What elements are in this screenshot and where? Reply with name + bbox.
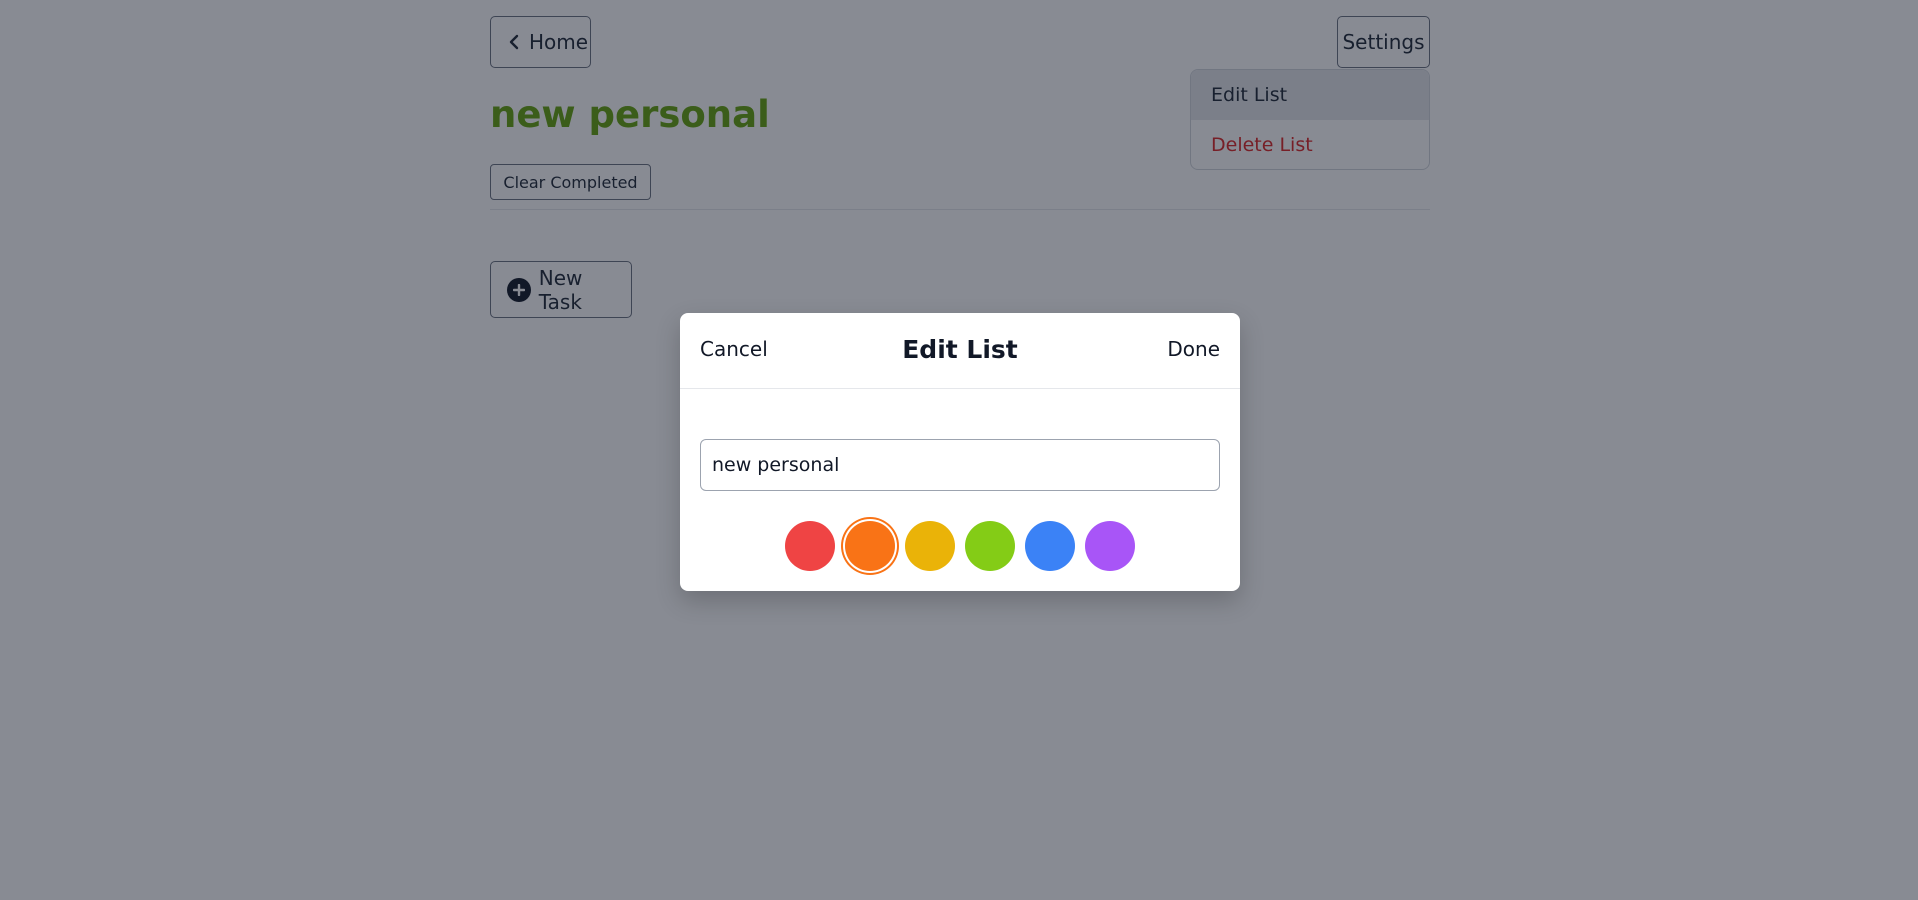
color-picker bbox=[785, 521, 1135, 571]
modal-header: Cancel Edit List Done bbox=[680, 313, 1240, 389]
edit-list-modal: Cancel Edit List Done bbox=[680, 313, 1240, 591]
list-name-input[interactable] bbox=[700, 439, 1220, 491]
color-swatch-red[interactable] bbox=[785, 521, 835, 571]
color-swatch-orange[interactable] bbox=[845, 521, 895, 571]
done-button[interactable]: Done bbox=[1167, 337, 1220, 361]
modal-title: Edit List bbox=[902, 335, 1018, 364]
color-swatch-purple[interactable] bbox=[1085, 521, 1135, 571]
color-swatch-green[interactable] bbox=[965, 521, 1015, 571]
color-swatch-yellow[interactable] bbox=[905, 521, 955, 571]
color-swatch-blue[interactable] bbox=[1025, 521, 1075, 571]
